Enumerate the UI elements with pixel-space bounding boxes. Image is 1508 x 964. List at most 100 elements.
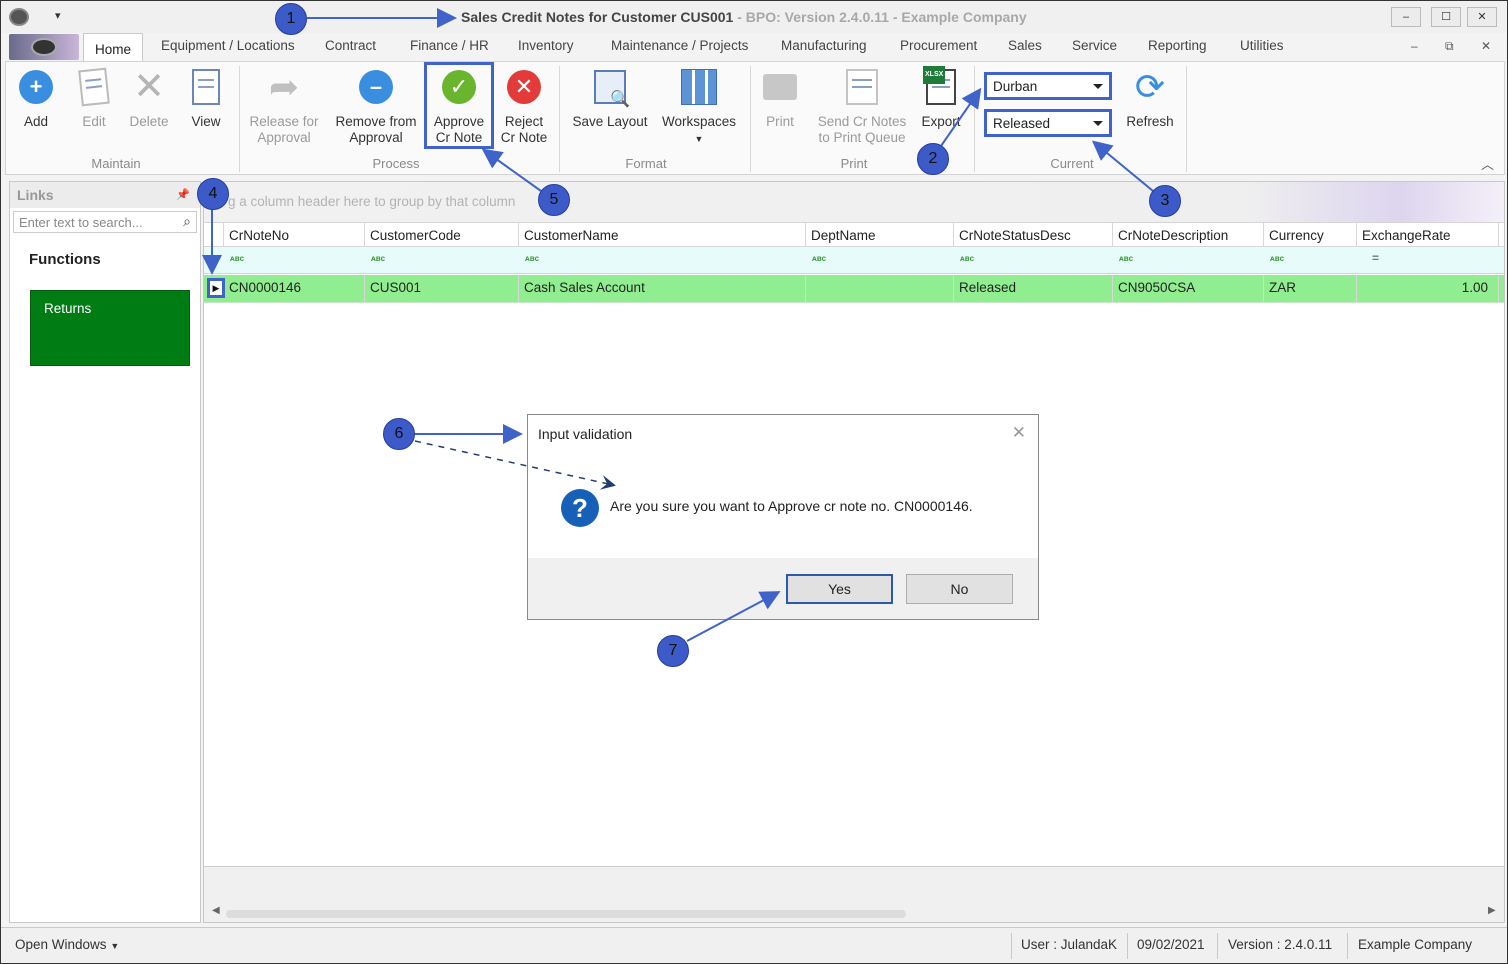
tab-inventory[interactable]: Inventory [518,38,574,53]
column-header-customername[interactable]: CustomerName [519,223,806,246]
app-logo-icon[interactable] [9,8,29,26]
column-header-customercode[interactable]: CustomerCode [365,223,519,246]
mdi-minimize-button[interactable]: – [1411,39,1418,53]
tab-reporting[interactable]: Reporting [1148,38,1207,53]
scroll-left-icon[interactable]: ◀ [212,905,220,916]
column-header-currency[interactable]: Currency [1264,223,1357,246]
scroll-right-icon[interactable]: ▶ [1488,905,1496,916]
cell-crnoteno[interactable]: CN0000146 [224,275,365,302]
open-windows-dropdown[interactable]: Open Windows ▼ [15,937,119,952]
search-icon[interactable]: ⌕ [183,213,191,230]
filter-text-icon[interactable]: ᴀʙᴄ [812,254,826,263]
application-window: ▾ Sales Credit Notes for Customer CUS001… [0,0,1508,964]
no-button[interactable]: No [906,574,1013,604]
tab-home[interactable]: Home [83,33,144,62]
edit-label: Edit [82,114,106,129]
returns-tile[interactable]: Returns [30,290,190,366]
row-indicator-arrow-icon[interactable]: ▶ [207,278,225,298]
application-menu-button[interactable] [9,34,79,60]
release-label-line2: Approval [257,130,311,145]
reject-cr-note-button[interactable]: ✕ Reject Cr Note [496,66,552,146]
view-icon [192,69,220,105]
add-button[interactable]: + Add [14,66,58,130]
cell-customername[interactable]: Cash Sales Account [519,275,806,302]
close-icon[interactable]: ✕ [1012,423,1026,443]
column-header-exchangerate[interactable]: ExchangeRate [1357,223,1499,246]
table-row[interactable]: ▶ CN0000146 CUS001 Cash Sales Account Re… [204,275,1504,303]
window-title-main: Sales Credit Notes for Customer CUS001 [461,9,734,25]
column-header-crnoteno[interactable]: CrNoteNo [224,223,365,246]
highlight-approve-button [424,62,494,149]
tab-equipment-locations[interactable]: Equipment / Locations [161,38,295,53]
site-select[interactable]: Durban [984,72,1112,100]
send-to-print-queue-button[interactable]: Send Cr Notes to Print Queue [812,66,912,146]
release-for-approval-button[interactable]: ➦ Release for Approval [246,66,322,146]
group-by-panel[interactable]: g a column header here to group by that … [204,182,1504,222]
links-search-input[interactable]: Enter text to search... ⌕ [13,211,197,233]
delete-icon: ✕ [133,66,165,108]
tab-utilities[interactable]: Utilities [1240,38,1284,53]
column-header-deptname[interactable]: DeptName [806,223,954,246]
dialog-message: Are you sure you want to Approve cr note… [610,498,973,514]
print-button[interactable]: Print [758,66,802,130]
links-header: Links 📌 [10,182,200,208]
mdi-restore-button[interactable]: ⧉ [1445,39,1454,54]
cell-currency[interactable]: ZAR [1264,275,1357,302]
collapse-ribbon-icon[interactable]: ︿ [1481,154,1494,173]
save-layout-button[interactable]: 🔍 Save Layout [568,66,652,130]
tab-contract[interactable]: Contract [325,38,376,53]
quick-access-dropdown[interactable]: ▾ [55,9,61,22]
tab-maintenance-projects[interactable]: Maintenance / Projects [611,38,748,53]
filter-text-icon[interactable]: ᴀʙᴄ [525,254,539,263]
tab-manufacturing[interactable]: Manufacturing [781,38,867,53]
horizontal-scrollbar[interactable] [226,910,906,918]
filter-equals-icon[interactable]: = [1372,251,1379,265]
window-title: Sales Credit Notes for Customer CUS001 -… [461,9,1027,25]
filter-text-icon[interactable]: ᴀʙᴄ [1270,254,1284,263]
column-header-crnotedescription[interactable]: CrNoteDescription [1113,223,1264,246]
minimize-button[interactable]: – [1391,7,1421,27]
question-icon: ? [561,489,599,527]
filter-text-icon[interactable]: ᴀʙᴄ [960,254,974,263]
group-label-format: Format [625,156,667,171]
tab-service[interactable]: Service [1072,38,1117,53]
workspaces-dropdown[interactable]: Workspaces ▼ [660,66,738,147]
annotation-marker-1: 1 [275,3,307,35]
filter-text-icon[interactable]: ᴀʙᴄ [1119,254,1133,263]
annotation-marker-3: 3 [1149,185,1181,217]
cell-exchangerate[interactable]: 1.00 [1357,275,1499,302]
window-title-version: - BPO: Version 2.4.0.11 - Example Compan… [733,9,1027,25]
cell-crnotestatusdesc[interactable]: Released [954,275,1113,302]
chevron-down-icon [1093,121,1103,126]
filter-text-icon[interactable]: ᴀʙᴄ [371,254,385,263]
view-button[interactable]: View [184,66,228,130]
close-window-button[interactable]: ✕ [1467,7,1497,27]
tab-sales[interactable]: Sales [1008,38,1042,53]
annotation-marker-7: 7 [657,635,689,667]
export-button[interactable]: XLSX Export [916,66,966,130]
maximize-button[interactable]: ☐ [1431,7,1461,27]
remove-from-approval-button[interactable]: – Remove from Approval [332,66,420,146]
group-separator [1186,66,1187,172]
status-bar: Open Windows ▼ User : JulandaK 09/02/202… [1,927,1507,963]
refresh-icon: ⟳ [1134,66,1166,107]
title-bar: ▾ Sales Credit Notes for Customer CUS001… [1,1,1507,33]
cell-deptname[interactable] [806,275,954,302]
status-select[interactable]: Released [984,109,1112,137]
tab-finance-hr[interactable]: Finance / HR [410,38,489,53]
tab-procurement[interactable]: Procurement [900,38,977,53]
cell-customercode[interactable]: CUS001 [365,275,519,302]
links-panel: Links 📌 Enter text to search... ⌕ Functi… [9,181,201,923]
pin-icon[interactable]: 📌 [176,188,190,201]
delete-button[interactable]: ✕ Delete [124,66,174,130]
edit-button[interactable]: Edit [72,66,116,130]
filter-text-icon[interactable]: ᴀʙᴄ [230,254,244,263]
cell-crnotedescription[interactable]: CN9050CSA [1113,275,1264,302]
add-icon: + [19,70,53,104]
refresh-button[interactable]: ⟳ Refresh [1122,66,1178,130]
edit-icon [78,67,110,107]
minus-icon: – [359,70,393,104]
mdi-close-button[interactable]: ✕ [1481,39,1491,53]
column-header-crnotestatusdesc[interactable]: CrNoteStatusDesc [954,223,1113,246]
yes-button[interactable]: Yes [786,574,893,604]
